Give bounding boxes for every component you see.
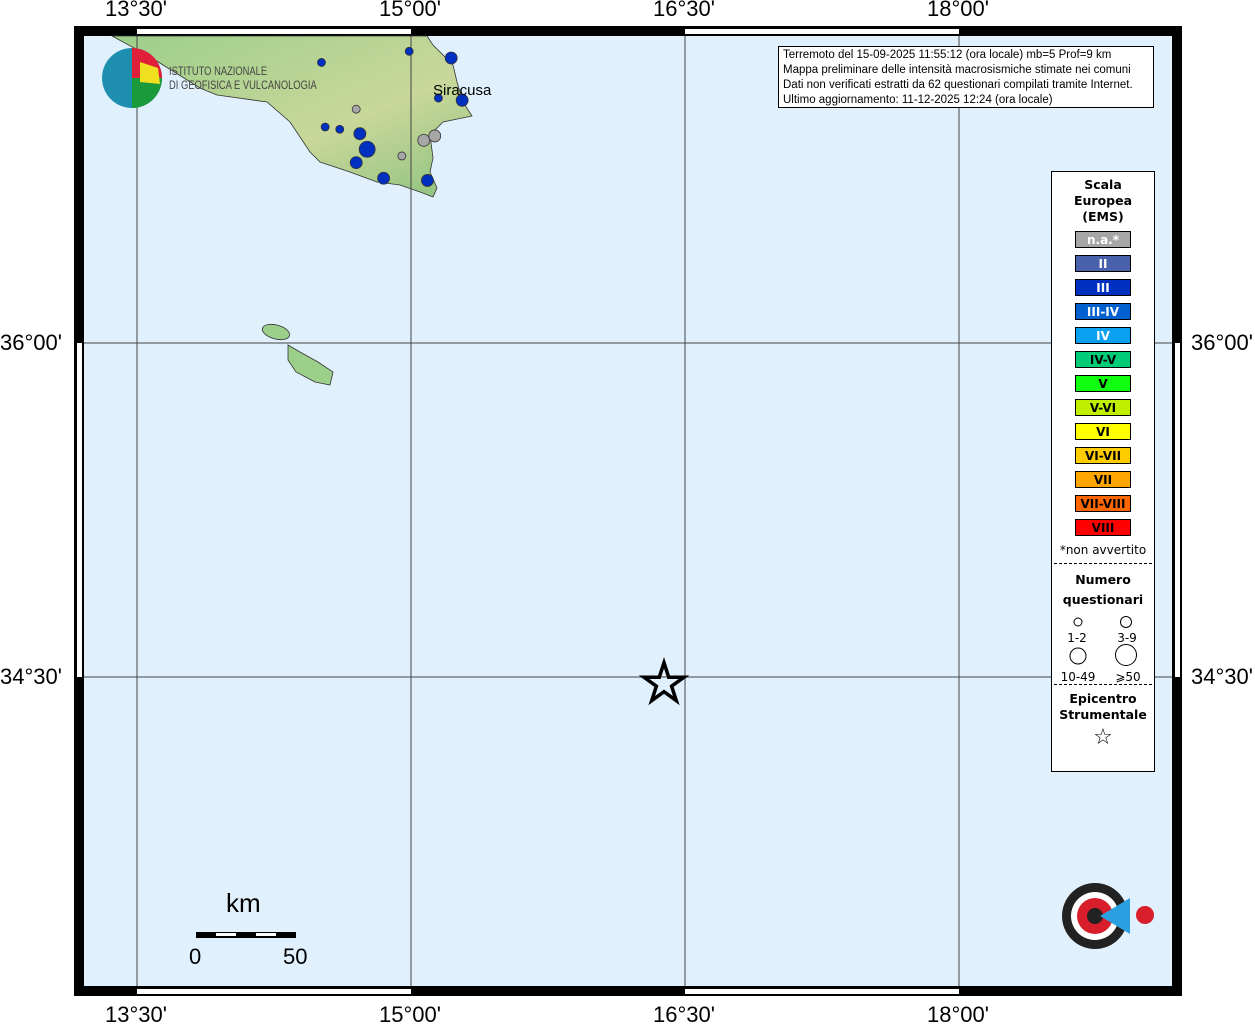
intensity-point[interactable]	[320, 122, 330, 132]
count-class: 3-9	[1117, 631, 1137, 645]
scalebar-max: 50	[283, 944, 308, 969]
ems-swatch: VI-VII	[1075, 447, 1131, 464]
frame-segment	[137, 989, 411, 994]
lon-tick-top: 13°30'	[105, 0, 167, 21]
ems-swatch: VII	[1075, 471, 1131, 488]
intensity-point[interactable]	[335, 124, 345, 134]
ingv-logo-text: ISTITUTO NAZIONALE DI GEOFISICA E VULCANO…	[169, 64, 317, 92]
ems-swatch: II	[1075, 255, 1131, 272]
intensity-point[interactable]	[428, 129, 442, 143]
lat-tick-right: 34°30'	[1191, 664, 1253, 689]
intensity-point[interactable]	[444, 51, 458, 65]
sea	[84, 36, 1172, 986]
frame-segment	[685, 989, 959, 994]
ingv-logo-globe	[102, 48, 162, 108]
intensity-point[interactable]	[358, 140, 376, 158]
event-info-box: Terremoto del 15-09-2025 11:55:12 (ora l…	[778, 46, 1154, 108]
scalebar	[196, 932, 296, 938]
frame-segment	[77, 343, 82, 677]
frame-segment	[137, 29, 411, 34]
info-line: Ultimo aggiornamento: 11-12-2025 12:24 (…	[783, 94, 1053, 106]
ems-swatch: IV	[1075, 327, 1131, 344]
lon-tick-top: 16°30'	[653, 0, 715, 21]
lon-tick-bottom: 13°30'	[105, 1002, 167, 1027]
legend-note: *non avvertito	[1059, 543, 1147, 557]
lat-tick-left: 36°00'	[0, 330, 62, 355]
count-title: Numero questionari	[1062, 572, 1144, 607]
intensity-point[interactable]	[404, 46, 414, 56]
lon-tick-top: 18°00'	[927, 0, 989, 21]
scalebar-unit: km	[226, 888, 261, 918]
lon-tick-bottom: 16°30'	[653, 1002, 715, 1027]
intensity-point[interactable]	[421, 174, 434, 187]
ems-swatch: V	[1075, 375, 1131, 392]
ems-swatch: VII-VIII	[1075, 495, 1131, 512]
ems-swatch: III	[1075, 279, 1131, 296]
ems-swatch: V-VI	[1075, 399, 1131, 416]
city-label: Siracusa	[433, 82, 492, 99]
ems-swatch: n.a.*	[1075, 231, 1131, 248]
epicenter-title: Epicentro Strumentale	[1059, 691, 1147, 722]
ems-swatch: VI	[1075, 423, 1131, 440]
lon-tick-bottom: 15°00'	[379, 1002, 441, 1027]
intensity-point[interactable]	[317, 58, 326, 67]
lon-tick-bottom: 18°00'	[927, 1002, 989, 1027]
count-class: ⩾50	[1115, 670, 1141, 684]
legend-title: Scala Europea (EMS)	[1073, 177, 1133, 224]
count-class: 10-49	[1060, 670, 1096, 684]
intensity-point[interactable]	[353, 127, 367, 141]
lon-tick-top: 15°00'	[379, 0, 441, 21]
lat-tick-right: 36°00'	[1191, 330, 1253, 355]
legend: Scala Europea (EMS) n.a.* II III III-IV IV IV-V…	[1051, 171, 1155, 772]
star-icon: ☆	[1093, 725, 1113, 750]
intensity-point[interactable]	[417, 133, 431, 147]
ems-swatch: VIII	[1075, 519, 1131, 536]
frame-segment	[685, 29, 959, 34]
info-line: Terremoto del 15-09-2025 11:55:12 (ora l…	[783, 49, 1112, 61]
frame-segment	[1175, 343, 1180, 677]
lat-tick-left: 34°30'	[0, 664, 62, 689]
info-line: Dati non verificati estratti da 62 quest…	[783, 79, 1133, 91]
count-class: 1-2	[1067, 631, 1087, 645]
intensity-point[interactable]	[349, 156, 363, 170]
ems-swatch: IV-V	[1075, 351, 1131, 368]
info-line: Mappa preliminare delle intensità macros…	[783, 64, 1131, 76]
ems-swatch: III-IV	[1075, 303, 1131, 320]
scalebar-min: 0	[189, 944, 202, 969]
intensity-point[interactable]	[351, 104, 361, 114]
intensity-point[interactable]	[397, 151, 407, 161]
intensity-point[interactable]	[377, 171, 391, 185]
